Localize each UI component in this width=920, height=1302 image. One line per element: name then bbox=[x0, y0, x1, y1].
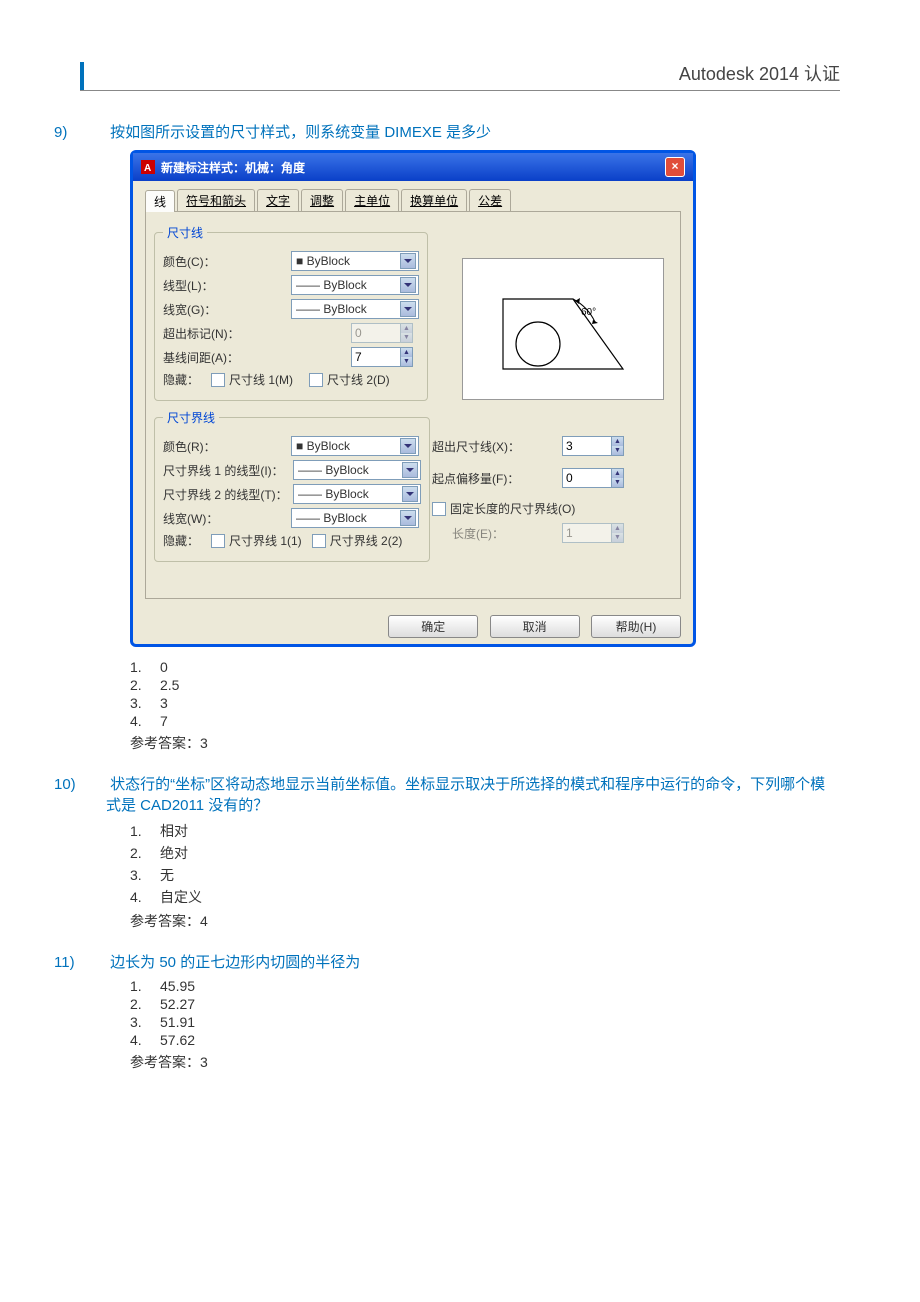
q10-opt-2: 2.绝对 bbox=[130, 843, 840, 863]
app-icon: A bbox=[141, 160, 155, 174]
combo-ltype-l[interactable]: —— ByBlock bbox=[291, 275, 419, 295]
lbl-lweight-w: 线宽(W)： bbox=[163, 510, 291, 527]
tab-fit[interactable]: 调整 bbox=[301, 189, 343, 211]
tab-primary[interactable]: 主单位 bbox=[345, 189, 399, 211]
preview-angle-label: 60° bbox=[581, 307, 596, 318]
q11-answer: 参考答案：3 bbox=[130, 1052, 840, 1072]
ck-dl1[interactable]: 尺寸线 1(M) bbox=[211, 371, 293, 388]
tab-tol[interactable]: 公差 bbox=[469, 189, 511, 211]
q10-answer: 参考答案：4 bbox=[130, 911, 840, 931]
ext-line-right: 超出尺寸线(X)： ▲▼ 起点偏移量(F)： ▲▼ 固定长度的尺寸界线(O) 长… bbox=[432, 432, 680, 547]
dialog-buttons: 确定 取消 帮助(H) bbox=[133, 609, 693, 644]
dialog-body: 线 符号和箭头 文字 调整 主单位 换算单位 公差 60° bbox=[133, 181, 693, 609]
combo-lweight-g[interactable]: —— ByBlock bbox=[291, 299, 419, 319]
combo-lweight-w[interactable]: —— ByBlock bbox=[291, 508, 419, 528]
tab-text[interactable]: 文字 bbox=[257, 189, 299, 211]
q9-options: 1.0 2.2.5 3.3 4.7 bbox=[130, 659, 840, 729]
lbl-hide2: 隐藏： bbox=[163, 532, 211, 549]
lbl-length: 长度(E)： bbox=[452, 525, 562, 542]
tab-strip: 线 符号和箭头 文字 调整 主单位 换算单位 公差 bbox=[145, 189, 681, 212]
q9-number: 9) bbox=[80, 124, 106, 141]
q9-opt-2: 2.2.5 bbox=[130, 677, 840, 693]
q9-text: 按如图所示设置的尺寸样式，则系统变量 DIMEXE 是多少 bbox=[110, 124, 491, 141]
q11-opt-3: 3.51.91 bbox=[130, 1014, 840, 1030]
tab-alt[interactable]: 换算单位 bbox=[401, 189, 467, 211]
combo-color-c[interactable]: ■ ByBlock bbox=[291, 251, 419, 271]
lbl-ltype-l: 线型(L)： bbox=[163, 277, 291, 294]
cancel-button[interactable]: 取消 bbox=[490, 615, 580, 638]
combo-ext2-ltype[interactable]: —— ByBlock bbox=[293, 484, 421, 504]
lbl-ext2-ltype: 尺寸界线 2 的线型(T)： bbox=[163, 486, 293, 503]
tab-panel-lines: 60° 尺寸线 颜色(C)： ■ ByBlock 线型(L)： —— ByBlo… bbox=[145, 212, 681, 599]
q10-number: 10) bbox=[80, 776, 106, 793]
dialog-title-bar: A 新建标注样式：机械：角度 × bbox=[133, 153, 693, 181]
spin-length[interactable]: ▲▼ bbox=[562, 523, 624, 543]
lbl-lweight-g: 线宽(G)： bbox=[163, 301, 291, 318]
group-dim-line: 尺寸线 颜色(C)： ■ ByBlock 线型(L)： —— ByBlock 线… bbox=[154, 224, 428, 401]
spin-offset[interactable]: ▲▼ bbox=[562, 468, 624, 488]
spin-base-gap[interactable]: ▲▼ bbox=[351, 347, 413, 367]
legend-ext-line: 尺寸界线 bbox=[163, 409, 219, 426]
q11-opt-1: 1.45.95 bbox=[130, 978, 840, 994]
q11-opt-2: 2.52.27 bbox=[130, 996, 840, 1012]
ck-el1[interactable]: 尺寸界线 1(1) bbox=[211, 532, 302, 549]
tab-lines[interactable]: 线 bbox=[145, 190, 175, 212]
help-button[interactable]: 帮助(H) bbox=[591, 615, 681, 638]
q11-options: 1.45.95 2.52.27 3.51.91 4.57.62 bbox=[130, 978, 840, 1048]
q11-number: 11) bbox=[80, 954, 106, 971]
lbl-base-gap: 基线间距(A)： bbox=[163, 349, 291, 366]
q10-opt-1: 1.相对 bbox=[130, 821, 840, 841]
lbl-hide1: 隐藏： bbox=[163, 371, 211, 388]
spin-ext-beyond[interactable]: ▲▼ bbox=[562, 436, 624, 456]
header-accent bbox=[80, 62, 84, 90]
q10-opt-3: 3.无 bbox=[130, 865, 840, 885]
combo-ext1-ltype[interactable]: —— ByBlock bbox=[293, 460, 421, 480]
q10-options: 1.相对 2.绝对 3.无 4.自定义 bbox=[130, 821, 840, 907]
group-ext-line: 尺寸界线 颜色(R)： ■ ByBlock 尺寸界线 1 的线型(I)： —— … bbox=[154, 409, 430, 562]
combo-color-r[interactable]: ■ ByBlock bbox=[291, 436, 419, 456]
q10-opt-4: 4.自定义 bbox=[130, 887, 840, 907]
ok-button[interactable]: 确定 bbox=[388, 615, 478, 638]
document-page: Autodesk 2014 认证 9) 按如图所示设置的尺寸样式，则系统变量 D… bbox=[0, 0, 920, 1302]
question-11: 11) 边长为 50 的正七边形内切圆的半径为 bbox=[106, 951, 840, 972]
question-9: 9) 按如图所示设置的尺寸样式，则系统变量 DIMEXE 是多少 bbox=[106, 121, 840, 142]
ck-dl2[interactable]: 尺寸线 2(D) bbox=[309, 371, 390, 388]
dim-style-dialog: A 新建标注样式：机械：角度 × 线 符号和箭头 文字 调整 主单位 换算单位 … bbox=[130, 150, 696, 647]
svg-text:A: A bbox=[144, 163, 151, 174]
q9-opt-1: 1.0 bbox=[130, 659, 840, 675]
question-10: 10) 状态行的“坐标”区将动态地显示当前坐标值。坐标显示取决于所选择的模式和程… bbox=[106, 773, 840, 815]
lbl-color-c: 颜色(C)： bbox=[163, 253, 291, 270]
q11-opt-4: 4.57.62 bbox=[130, 1032, 840, 1048]
legend-dim-line: 尺寸线 bbox=[163, 224, 207, 241]
page-header: Autodesk 2014 认证 bbox=[80, 60, 840, 91]
tab-arrows[interactable]: 符号和箭头 bbox=[177, 189, 255, 211]
q9-opt-4: 4.7 bbox=[130, 713, 840, 729]
ck-fixed-len[interactable]: 固定长度的尺寸界线(O) bbox=[432, 500, 575, 517]
lbl-color-r: 颜色(R)： bbox=[163, 438, 291, 455]
q9-answer: 参考答案：3 bbox=[130, 733, 840, 753]
ck-el2[interactable]: 尺寸界线 2(2) bbox=[312, 532, 403, 549]
lbl-ext-beyond: 超出尺寸线(X)： bbox=[432, 438, 562, 455]
lbl-offset: 起点偏移量(F)： bbox=[432, 470, 562, 487]
dialog-title: 新建标注样式：机械：角度 bbox=[161, 159, 305, 176]
q10-text: 状态行的“坐标”区将动态地显示当前坐标值。坐标显示取决于所选择的模式和程序中运行… bbox=[106, 776, 825, 814]
lbl-ext1-ltype: 尺寸界线 1 的线型(I)： bbox=[163, 462, 293, 479]
close-button[interactable]: × bbox=[665, 157, 685, 177]
q9-opt-3: 3.3 bbox=[130, 695, 840, 711]
spin-ext-mark[interactable]: ▲▼ bbox=[351, 323, 413, 343]
lbl-ext-mark: 超出标记(N)： bbox=[163, 325, 291, 342]
q11-text: 边长为 50 的正七边形内切圆的半径为 bbox=[110, 954, 360, 971]
dim-preview: 60° bbox=[462, 258, 664, 400]
